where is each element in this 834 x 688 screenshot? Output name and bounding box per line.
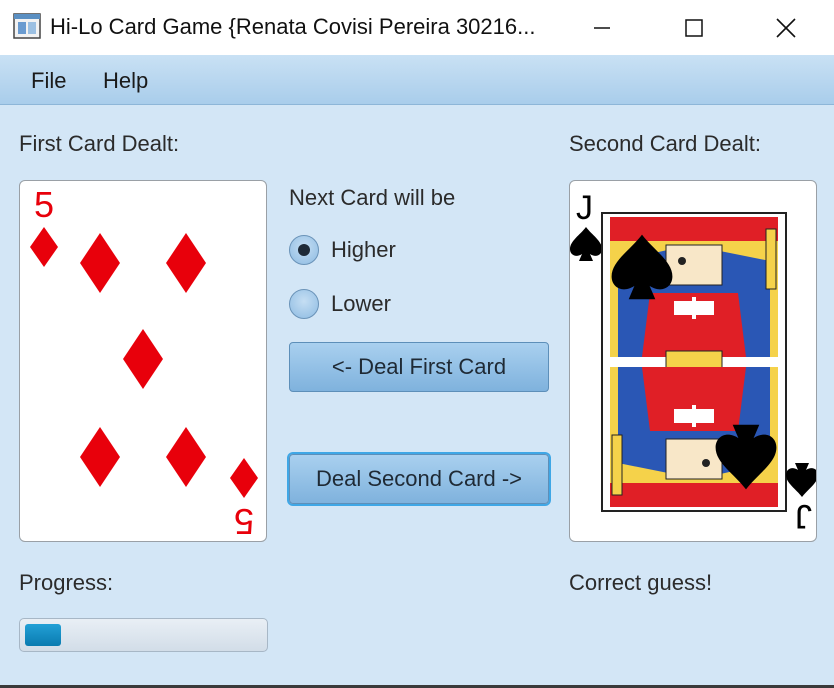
menu-help[interactable]: Help — [103, 68, 148, 94]
maximize-button[interactable] — [648, 0, 740, 55]
first-card-rank-top: 5 — [34, 184, 54, 225]
radio-higher-indicator[interactable] — [289, 235, 319, 265]
menu-file[interactable]: File — [31, 68, 66, 94]
progress-bar-fill — [25, 624, 61, 646]
radio-lower-indicator[interactable] — [289, 289, 319, 319]
first-card-image: 5 5 — [19, 180, 267, 542]
second-card-rank-bottom: J — [795, 497, 812, 535]
progress-bar — [19, 618, 268, 652]
radio-higher-label: Higher — [331, 237, 396, 262]
app-window: Hi-Lo Card Game {Renata Covisi Pereira 3… — [0, 0, 834, 688]
menu-bar: File Help — [0, 55, 834, 105]
window-title: Hi-Lo Card Game {Renata Covisi Pereira 3… — [50, 14, 536, 39]
close-button[interactable] — [740, 0, 832, 55]
title-bar: Hi-Lo Card Game {Renata Covisi Pereira 3… — [0, 0, 834, 55]
minimize-button[interactable] — [556, 0, 648, 55]
guess-prompt: Next Card will be — [289, 185, 456, 210]
first-card-rank-bottom: 5 — [234, 501, 254, 542]
radio-higher[interactable]: Higher — [289, 235, 396, 265]
second-card-rank-top: J — [576, 189, 593, 227]
minimize-icon — [594, 26, 610, 29]
deal-second-card-button[interactable]: Deal Second Card -> — [289, 454, 549, 504]
radio-lower-label: Lower — [331, 291, 391, 316]
deal-first-card-button[interactable]: <- Deal First Card — [289, 342, 549, 392]
second-card-image: J J — [569, 180, 817, 542]
status-message: Correct guess! — [569, 570, 713, 595]
second-card-label: Second Card Dealt: — [569, 131, 761, 156]
maximize-icon — [685, 18, 703, 37]
progress-label: Progress: — [19, 570, 114, 595]
close-icon — [776, 17, 796, 38]
radio-selected-dot — [298, 244, 310, 256]
radio-lower[interactable]: Lower — [289, 289, 391, 319]
java-app-icon — [13, 13, 41, 39]
first-card-label: First Card Dealt: — [19, 131, 180, 156]
